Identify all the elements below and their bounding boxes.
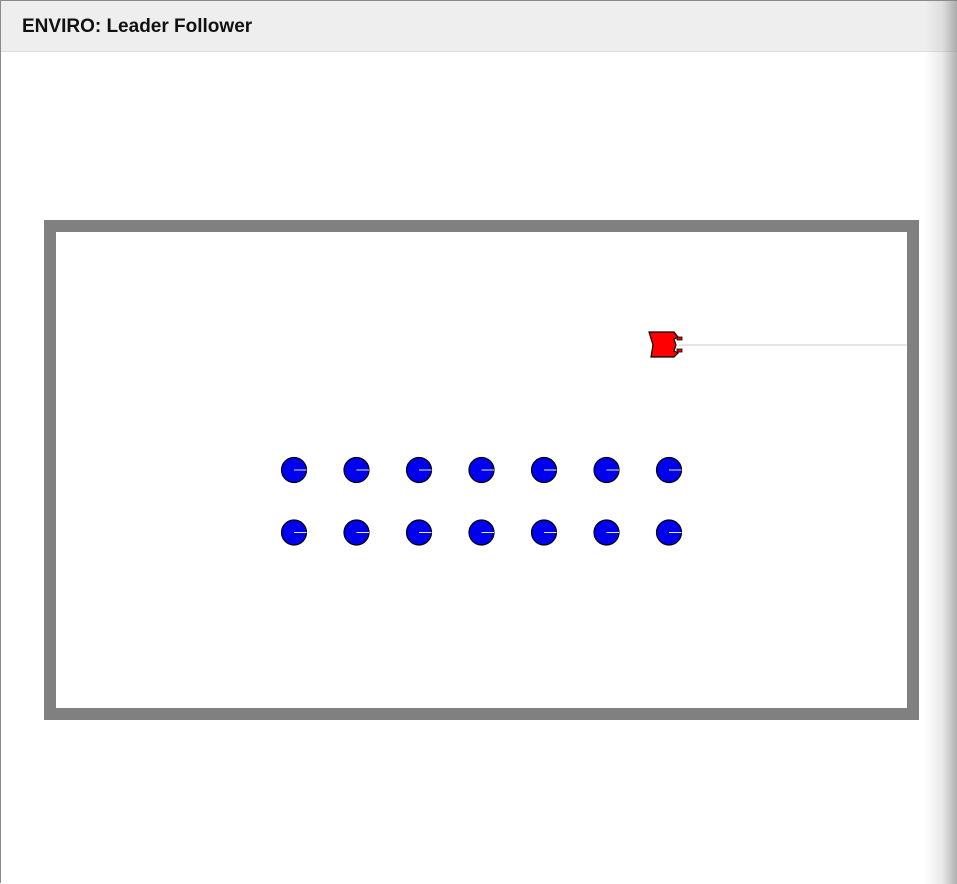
leader-claw-bottom <box>676 348 683 353</box>
follower-robot <box>530 519 558 546</box>
follower-robot <box>343 519 370 546</box>
simulation-canvas <box>44 220 919 720</box>
follower-group <box>280 456 683 546</box>
follower-robot <box>280 456 308 484</box>
follower-robot <box>655 519 683 546</box>
leader-robot <box>648 331 683 358</box>
app-window: ENVIRO: Leader Follower <box>0 0 957 884</box>
follower-robot <box>343 456 370 484</box>
follower-robot <box>655 456 683 484</box>
follower-robot <box>280 519 308 546</box>
follower-robot <box>468 519 495 546</box>
leader-body <box>648 331 680 358</box>
leader-claw-top <box>676 336 683 341</box>
follower-robot <box>405 519 433 546</box>
follower-robot <box>468 456 495 484</box>
follower-robot <box>530 456 558 484</box>
follower-robot <box>593 456 620 484</box>
follower-robot <box>405 456 433 484</box>
follower-robot <box>593 519 620 546</box>
